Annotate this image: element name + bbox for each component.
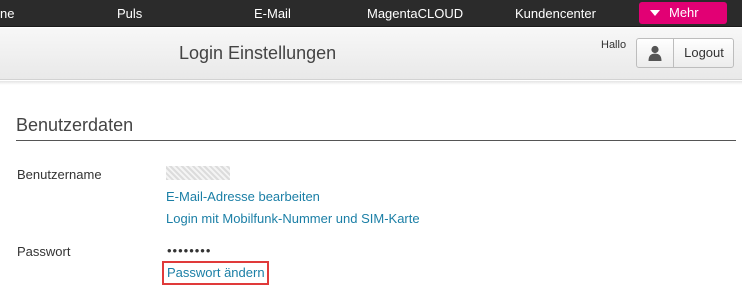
- nav-item-puls[interactable]: Puls: [117, 0, 142, 27]
- top-navigation: ne Puls E-Mail MagentaCLOUD Kundencenter…: [0, 0, 742, 27]
- password-value: ••••••••: [167, 243, 212, 258]
- nav-item-partial[interactable]: ne: [0, 0, 14, 27]
- page-title: Login Einstellungen: [179, 43, 337, 63]
- more-menu-label: Mehr: [669, 5, 699, 20]
- change-password-link[interactable]: Passwort ändern: [167, 265, 265, 280]
- edit-email-link[interactable]: E-Mail-Adresse bearbeiten: [166, 189, 320, 204]
- nav-item-kundencenter[interactable]: Kundencenter: [515, 0, 596, 27]
- password-label: Passwort: [17, 244, 71, 259]
- section-title: Benutzerdaten: [16, 115, 134, 135]
- username-label: Benutzername: [17, 167, 102, 182]
- triangle-down-icon: [650, 10, 660, 16]
- header-shadow: [0, 81, 742, 85]
- user-icon: [648, 45, 662, 61]
- account-button-group: Logout: [636, 38, 734, 68]
- user-profile-button[interactable]: [637, 39, 674, 67]
- greeting-text: Hallo: [601, 39, 627, 51]
- more-menu-button[interactable]: Mehr: [639, 2, 727, 24]
- logout-button[interactable]: Logout: [675, 39, 733, 67]
- nav-item-magentacloud[interactable]: MagentaCLOUD: [367, 0, 463, 27]
- mobile-login-link[interactable]: Login mit Mobilfunk-Nummer und SIM-Karte: [166, 211, 420, 226]
- nav-item-email[interactable]: E-Mail: [254, 0, 291, 27]
- masked-username-value: [166, 166, 230, 180]
- page-header: Login Einstellungen Hallo Logout: [0, 28, 742, 80]
- section-divider: [16, 140, 736, 141]
